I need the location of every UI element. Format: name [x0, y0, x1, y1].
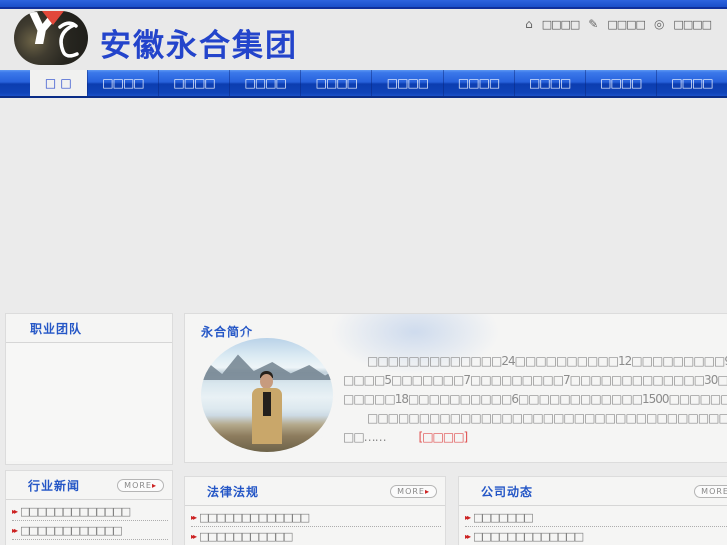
nav-item-1[interactable]: □□□□ — [86, 70, 158, 96]
site-header: Y 安徽永合集团 ⌂ □□□□ ✎ □□□□ ◎ □□□□ — [0, 9, 727, 70]
industry-news-panel: 行业新闻 MORE▸ ▸▸ □□□□□□□□□□□□□ ▸▸ □□□□□□□□□□□… — [5, 470, 173, 545]
nav-item-6[interactable]: □□□□ — [442, 70, 514, 96]
intro-last-line: □□…… [□□□□] — [343, 428, 727, 447]
industry-news-header: 行业新闻 MORE▸ — [6, 471, 172, 500]
nav-item-home-active[interactable]: □ □ — [29, 70, 87, 96]
add-favorite-link[interactable]: □□□□ — [607, 18, 646, 31]
contact-link[interactable]: □□□□ — [673, 18, 712, 31]
nav-item-5[interactable]: □□□□ — [371, 70, 442, 96]
double-arrow-icon: ▸▸ — [12, 506, 18, 516]
edit-icon: ✎ — [588, 17, 599, 31]
company-intro-panel: 永合简介 □□□□□□□□□□□□□24□□□□□□□□□□12□□□□□□□□… — [184, 313, 727, 463]
intro-text-block: □□□□□□□□□□□□□24□□□□□□□□□□12□□□□□□□□□9□□□… — [343, 352, 727, 447]
home-icon[interactable]: ⌂ — [525, 17, 533, 31]
intro-line-tail: □□…… — [343, 430, 387, 444]
intro-line: □□□□□□□□□□□□□24□□□□□□□□□□12□□□□□□□□□9□□□… — [367, 354, 727, 368]
site-title: 安徽永合集团 — [100, 28, 298, 64]
double-arrow-icon: ▸▸ — [191, 512, 197, 522]
team-panel-header: 职业团队 — [6, 314, 172, 343]
top-blue-bar — [0, 0, 727, 9]
list-item[interactable]: ▸▸□□□□□□□□□□□□□ — [12, 502, 168, 521]
laws-list: ▸▸□□□□□□□□□□□□□ ▸▸□□□□□□□□□□□ ▸▸□□□□□□□□… — [185, 506, 445, 545]
nav-item-8[interactable]: □□□□ — [584, 70, 656, 96]
photo-person-shirt — [263, 392, 271, 416]
industry-news-list: ▸▸□□□□□□□□□□□□□ ▸▸□□□□□□□□□□□□ ▸▸□□□□□□□… — [6, 500, 172, 545]
more-arrow-icon: ▸ — [424, 487, 430, 496]
nav-item-3[interactable]: □□□□ — [229, 70, 300, 96]
intro-line: □□□□□18□□□□□□□□□□6□□□□□□□□□□□□1500□□□□□□… — [343, 392, 727, 406]
list-item[interactable]: ▸▸ □□□□□□□□□□□□ — [12, 521, 168, 540]
intro-title: 永合简介 — [201, 325, 254, 339]
list-item[interactable]: ▸▸□□□□□□□□□□□□□ — [191, 508, 441, 527]
team-panel-empty-content — [6, 343, 172, 461]
list-item[interactable]: ▸▸□□□□□□□□□□□□□ — [465, 527, 727, 545]
double-arrow-icon: ▸▸ — [12, 525, 18, 535]
top-utility-links: ⌂ □□□□ ✎ □□□□ ◎ □□□□ — [525, 17, 712, 31]
list-item[interactable]: ▸▸ □□□□□□□ — [465, 508, 727, 527]
team-panel: 职业团队 — [5, 313, 173, 465]
detail-link[interactable]: [□□□□] — [419, 430, 469, 444]
nav-item-9[interactable]: □□□□ — [655, 70, 727, 96]
industry-news-more-button[interactable]: MORE▸ — [117, 479, 164, 492]
laws-title: 法律法规 — [207, 485, 260, 499]
more-arrow-icon: ▸ — [151, 481, 157, 490]
main-navigation: □ □ □□□□ □□□□ □□□□ □□□□ □□□□ □□□□ □□□□ □… — [0, 70, 727, 98]
company-news-panel: 公司动态 MORE▸ ▸▸□□□□□□□ ▸▸□□□□□□□□□□□□□ ▸▸□… — [458, 476, 727, 545]
bullseye-icon: ◎ — [653, 17, 665, 31]
laws-header: 法律法规 MORE▸ — [185, 477, 445, 506]
logo-script-glyph — [58, 21, 79, 58]
double-arrow-icon: ▸▸ — [465, 531, 471, 541]
company-news-header: 公司动态 MORE▸ — [459, 477, 727, 506]
nav-item-2[interactable]: □□□□ — [158, 70, 229, 96]
set-homepage-link[interactable]: □□□□ — [542, 18, 581, 31]
nav-item-7[interactable]: □□□□ — [513, 70, 585, 96]
company-news-title: 公司动态 — [481, 485, 534, 499]
company-news-more-button[interactable]: MORE▸ — [694, 485, 727, 498]
photo-person-head — [260, 374, 273, 389]
list-item[interactable]: ▸▸□□□□□□□□□□□□□ — [12, 540, 168, 545]
list-item[interactable]: ▸▸ □□□□□□□□□□□ — [191, 527, 441, 545]
laws-more-button[interactable]: MORE▸ — [390, 485, 437, 498]
double-arrow-icon: ▸▸ — [465, 512, 471, 522]
intro-line: □□□□□□□□□□□□□□□□□□□□□□□□□□□□□□□□□□□□□□□□… — [367, 411, 727, 425]
laws-panel: 法律法规 MORE▸ ▸▸ □□□□□□□□□□□□□ ▸▸ □□□□□□□□□□□… — [184, 476, 446, 545]
company-logo[interactable]: Y — [14, 11, 88, 65]
nav-item-4[interactable]: □□□□ — [300, 70, 371, 96]
nav-left-spacer — [0, 70, 30, 96]
industry-news-title: 行业新闻 — [28, 479, 81, 493]
double-arrow-icon: ▸▸ — [191, 531, 197, 541]
chairman-photo — [201, 338, 333, 452]
company-news-list: ▸▸□□□□□□□ ▸▸□□□□□□□□□□□□□ ▸▸□□□□□□□□□□□□ — [459, 506, 727, 545]
team-panel-title: 职业团队 — [30, 322, 83, 336]
page: Y 安徽永合集团 ⌂ □□□□ ✎ □□□□ ◎ □□□□ □ □ □□□□ □… — [0, 0, 727, 545]
intro-line: □□□□5□□□□□□□7□□□□□□□□□7□□□□□□□□□□□□□30□□… — [343, 373, 727, 387]
